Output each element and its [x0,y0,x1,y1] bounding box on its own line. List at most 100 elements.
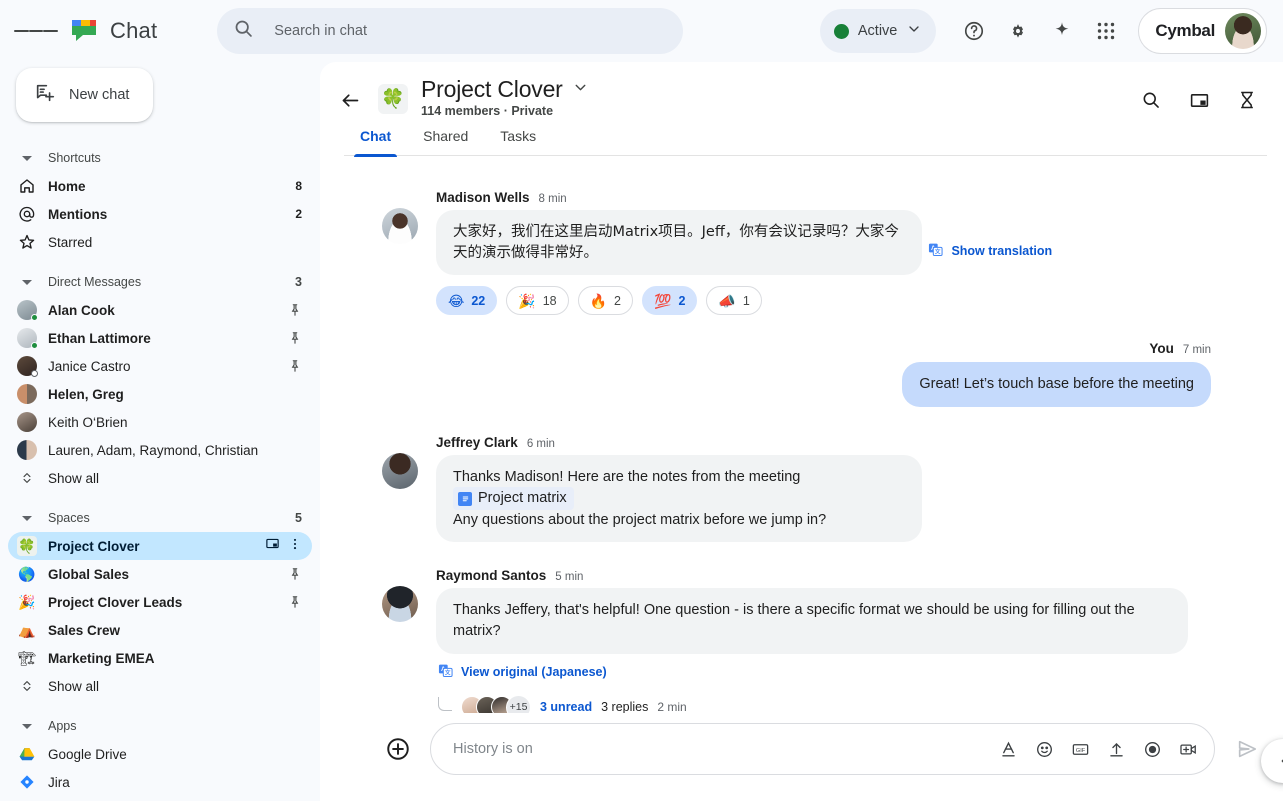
sidebar-item-helen-greg[interactable]: Helen, Greg [8,380,312,408]
expand-icon [16,679,38,693]
sidebar-item-ethan-lattimore[interactable]: Ethan Lattimore [8,324,312,352]
show-translation-link[interactable]: A文 Show translation [928,242,1052,260]
sidebar-item-janice-castro[interactable]: Janice Castro [8,352,312,380]
new-chat-button[interactable]: New chat [16,68,154,122]
main-panel: 🍀 Project Clover 114 members · Private C… [320,62,1283,801]
pin-icon[interactable] [280,567,302,581]
avatar [16,300,38,321]
search-icon[interactable] [1131,80,1171,120]
doc-link-chip[interactable]: Project matrix [453,487,574,510]
thread-reply-count: 3 replies [601,700,649,713]
section-count: 3 [295,275,302,289]
message-timestamp: 7 min [1182,344,1211,357]
show-all-label: Show all [48,470,100,486]
sidebar-item-jira[interactable]: Jira [8,768,312,796]
message-bubble[interactable]: Great! Let’s touch base before the meeti… [902,362,1211,407]
message-author: Madison Wells [436,190,530,205]
account-chip[interactable]: Cymbal [1138,8,1267,54]
upload-file-icon[interactable] [1100,733,1132,765]
pin-icon[interactable] [280,595,302,609]
new-chat-label: New chat [69,87,130,103]
thread-summary[interactable]: +15 3 unread 3 replies 2 min [438,694,1211,713]
avatar[interactable] [1225,13,1261,49]
sidebar-item-starred[interactable]: Starred [8,228,312,256]
reaction-chip[interactable]: 💯 2 [642,286,698,316]
chevron-down-icon[interactable] [572,79,589,101]
show-all-label: Show all [48,678,100,694]
section-header-spaces[interactable]: Spaces 5 [8,504,312,532]
video-meeting-icon[interactable] [1172,733,1204,765]
reaction-emoji: 🔥 [589,292,608,309]
reaction-chip[interactable]: 🔥 2 [577,286,633,316]
reaction-chip[interactable]: 📣 1 [706,286,762,316]
tab-tasks[interactable]: Tasks [484,128,552,155]
pin-icon[interactable] [280,331,302,345]
add-circle-icon[interactable] [378,729,418,769]
search-input[interactable] [274,23,668,39]
sidebar-item-keith-obrien[interactable]: Keith O‘Brien [8,408,312,436]
pin-icon[interactable] [280,303,302,317]
room-title-row[interactable]: Project Clover [421,76,589,103]
sidebar-item-group-lauren-adam-raymond-christian[interactable]: Lauren, Adam, Raymond, Christian [8,436,312,464]
reaction-chip[interactable]: 🎉 18 [506,286,569,316]
record-icon[interactable] [1136,733,1168,765]
unread-badge: 2 [295,207,302,221]
message-bubble[interactable]: 大家好，我们在这里启动Matrix项目。Jeff，你有会议记录吗？大家今天的演示… [436,210,922,276]
sidebar-item-label: Helen, Greg [48,386,124,402]
apps-grid-icon[interactable] [1086,11,1126,51]
avatar[interactable] [382,208,418,244]
top-bar: Chat Active [0,0,1283,62]
account-name: Cymbal [1155,21,1215,40]
open-in-split-icon[interactable] [265,536,280,556]
emoji-icon[interactable] [1028,733,1060,765]
pin-icon[interactable] [280,359,302,373]
message-bubble[interactable]: Thanks Madison! Here are the notes from … [436,454,922,543]
view-original-link[interactable]: A文 View original (Japanese) [438,663,607,681]
tab-shared[interactable]: Shared [407,128,484,155]
search-bar[interactable] [217,8,684,54]
message-input[interactable] [453,741,992,757]
gif-icon[interactable]: GIF [1064,733,1096,765]
open-in-split-icon[interactable] [1179,80,1219,120]
sidebar-item-label: Mentions [48,206,108,222]
reaction-chips: 😂 22 🎉 18 🔥 2 💯 2 📣 1 [436,286,1211,316]
sidebar-item-label: Global Sales [48,566,130,582]
sidebar-item-sales-crew[interactable]: ⛺ Sales Crew [8,616,312,644]
sparkle-icon[interactable] [1042,11,1082,51]
section-header-direct-messages[interactable]: Direct Messages 3 [8,268,312,296]
help-circle-icon[interactable] [954,11,994,51]
sidebar-item-alan-cook[interactable]: Alan Cook [8,296,312,324]
back-arrow-icon[interactable] [332,82,368,118]
google-chat-app: Chat Active [0,0,1283,801]
reaction-count: 2 [678,293,686,308]
space-emoji-icon: ⛺ [18,622,36,638]
gear-icon[interactable] [998,11,1038,51]
sidebar-item-project-clover[interactable]: 🍀 Project Clover [8,532,312,560]
section-header-apps[interactable]: Apps [8,712,312,740]
reaction-chip[interactable]: 😂 22 [436,286,498,316]
sidebar-item-google-drive[interactable]: Google Drive [8,740,312,768]
sidebar-item-marketing-emea[interactable]: 🏗 Marketing EMEA [8,644,312,672]
sidebar-item-project-clover-leads[interactable]: 🎉 Project Clover Leads [8,588,312,616]
space-emoji-icon: 🍀 [378,84,408,114]
show-all-direct-messages[interactable]: Show all [8,464,312,492]
avatar[interactable] [382,452,418,489]
unread-badge: 8 [295,179,302,193]
sidebar-item-global-sales[interactable]: 🌎 Global Sales [8,560,312,588]
message-bubble[interactable]: Thanks Jeffery, that's helpful! One ques… [436,588,1188,654]
avatar[interactable] [382,586,418,623]
sidebar-item-mentions[interactable]: Mentions 2 [8,200,312,228]
tab-chat[interactable]: Chat [344,128,407,157]
hourglass-icon[interactable] [1227,80,1267,120]
avatar [16,356,38,377]
message-list[interactable]: Madison Wells 8 min 大家好，我们在这里启动Matrix项目。… [320,156,1283,713]
more-options-icon[interactable] [288,537,302,556]
format-text-icon[interactable] [992,733,1024,765]
composer-area: GIF [320,713,1283,801]
show-all-spaces[interactable]: Show all [8,672,312,700]
sidebar-item-home[interactable]: Home 8 [8,172,312,200]
section-header-shortcuts[interactable]: Shortcuts [8,144,312,172]
status-selector[interactable]: Active [819,9,937,53]
message-composer[interactable]: GIF [430,723,1215,775]
hamburger-menu-icon[interactable] [14,9,59,53]
